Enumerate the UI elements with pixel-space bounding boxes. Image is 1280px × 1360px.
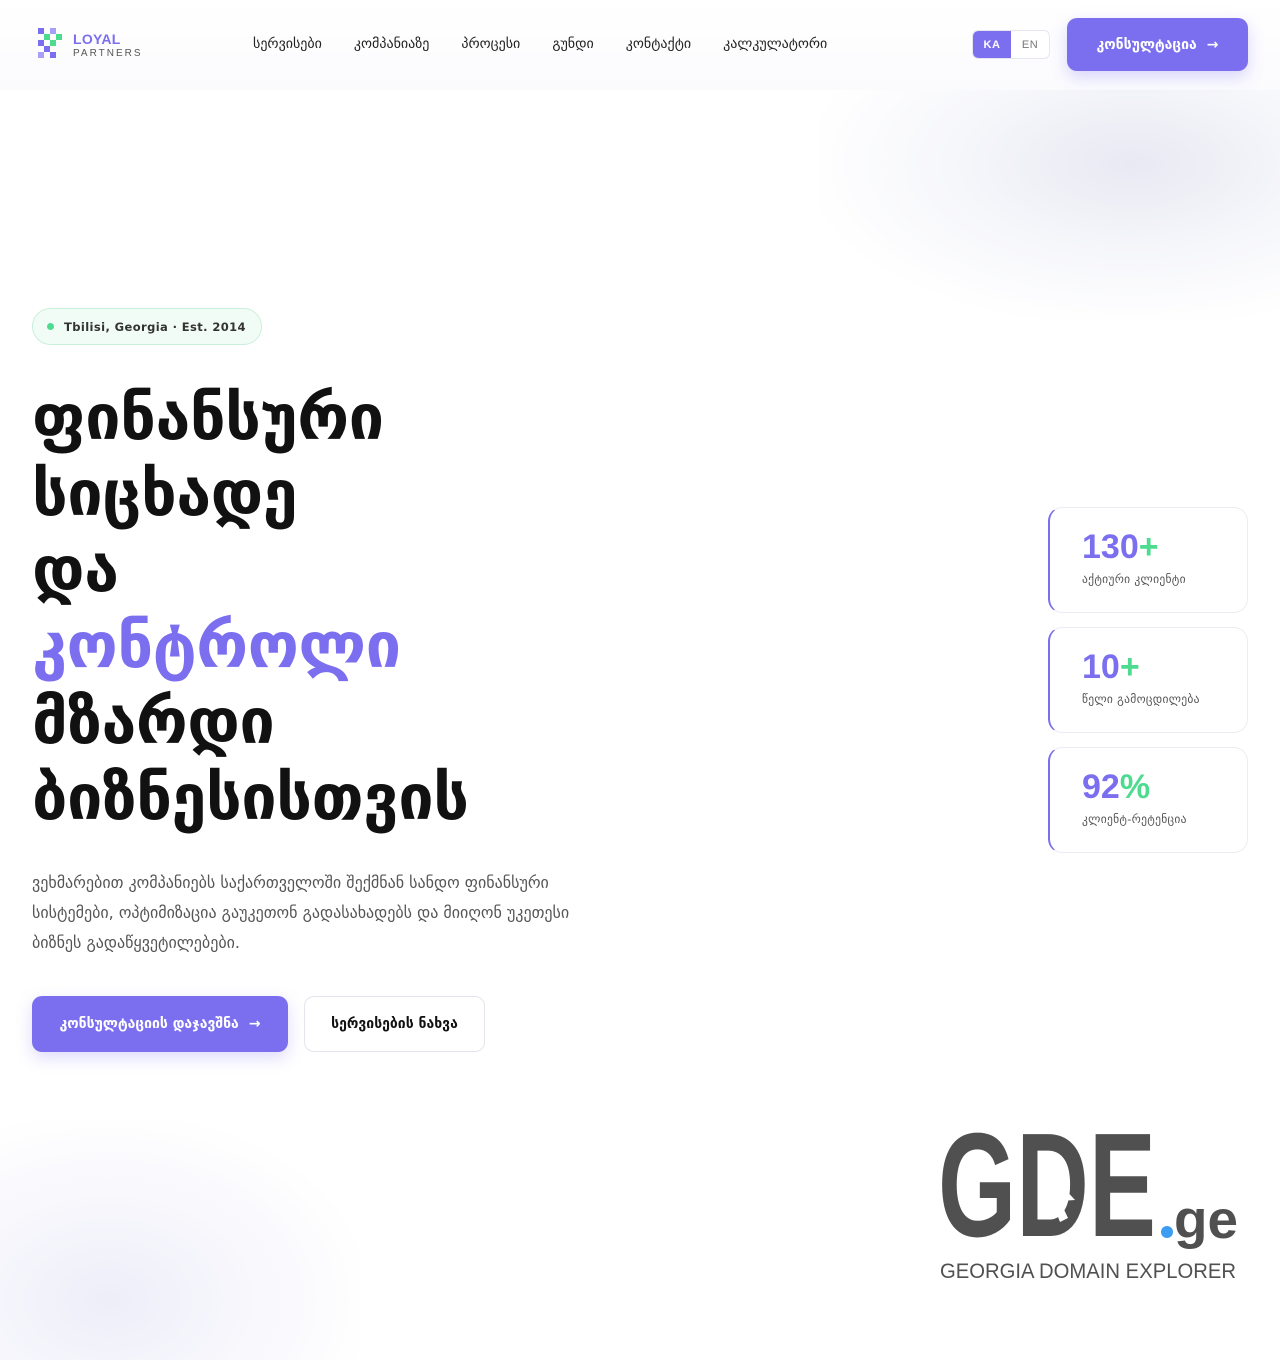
nav-item-team[interactable]: გუნდი xyxy=(552,36,593,52)
location-badge-text: Tbilisi, Georgia · Est. 2014 xyxy=(64,319,246,334)
hero-lead-text: ვეხმარებით კომპანიებს საქართველოში შექმნ… xyxy=(32,873,570,952)
view-services-button[interactable]: სერვისების ნახვა xyxy=(304,996,485,1052)
header-consultation-button[interactable]: კონსულტაცია → xyxy=(1067,18,1248,71)
language-option-ka[interactable]: KA xyxy=(973,31,1011,58)
gde-tagline: GEORGIA DOMAIN EXPLORER xyxy=(940,1260,1236,1283)
nav-item-contact[interactable]: კონტაქტი xyxy=(626,36,691,52)
stat-card-retention: 92% კლიენტ-რეტენცია xyxy=(1048,747,1248,853)
nav-item-about[interactable]: კომპანიაზე xyxy=(354,36,429,52)
header-consultation-label: კონსულტაცია xyxy=(1096,36,1197,53)
view-services-label: სერვისების ნახვა xyxy=(331,1016,458,1032)
stat-value: 92% xyxy=(1082,768,1151,806)
language-switcher: KA EN xyxy=(972,30,1050,59)
arrow-right-icon: → xyxy=(248,1016,261,1032)
headline-line: და xyxy=(32,533,119,606)
arrow-right-icon: → xyxy=(1206,36,1219,53)
hero-headline: ფინანსური სიცხადე და კონტროლი მზარდი ბიზ… xyxy=(32,380,469,836)
book-consultation-label: კონსულტაციის დაჯავშნა xyxy=(59,1016,239,1032)
nav-item-services[interactable]: სერვისები xyxy=(253,36,322,52)
logo-mark-icon xyxy=(38,28,66,62)
background-glow-bottom xyxy=(0,1120,360,1360)
brand-logo[interactable]: LOYAL PARTNERS xyxy=(38,28,143,62)
headline-line: მზარდი xyxy=(32,685,275,758)
headline-line: სიცხადე xyxy=(32,457,298,530)
stat-label: წელი გამოცდილება xyxy=(1082,692,1200,706)
main-nav: სერვისები კომპანიაზე პროცესი გუნდი კონტა… xyxy=(253,36,827,52)
stat-label: კლიენტ-რეტენცია xyxy=(1082,812,1187,826)
language-option-en[interactable]: EN xyxy=(1011,31,1049,58)
headline-line: ფინანსური xyxy=(32,381,384,454)
stat-label: აქტიური კლიენტი xyxy=(1082,572,1186,586)
logo-name-line1: LOYAL xyxy=(73,30,121,47)
nav-item-process[interactable]: პროცესი xyxy=(461,36,520,52)
stat-value: 130+ xyxy=(1082,528,1159,566)
stat-card-experience: 10+ წელი გამოცდილება xyxy=(1048,627,1248,733)
gde-watermark-logo[interactable]: GDE ge GEORGIA DOMAIN EXPLORER xyxy=(938,1114,1248,1294)
headline-accent-line: კონტროლი xyxy=(32,609,401,682)
svg-text:ge: ge xyxy=(1174,1190,1238,1250)
headline-line: ბიზნესისთვის xyxy=(32,761,469,834)
logo-name-line2: PARTNERS xyxy=(73,47,143,59)
stat-card-clients: 130+ აქტიური კლიენტი xyxy=(1048,507,1248,613)
status-dot-icon xyxy=(47,323,54,330)
nav-item-calculator[interactable]: კალკულატორი xyxy=(723,36,827,52)
background-glow-top xyxy=(820,60,1280,320)
book-consultation-button[interactable]: კონსულტაციის დაჯავშნა → xyxy=(32,996,288,1052)
stat-value: 10+ xyxy=(1082,648,1140,686)
site-header: LOYAL PARTNERS სერვისები კომპანიაზე პროც… xyxy=(0,0,1280,90)
location-badge: Tbilisi, Georgia · Est. 2014 xyxy=(32,308,262,345)
